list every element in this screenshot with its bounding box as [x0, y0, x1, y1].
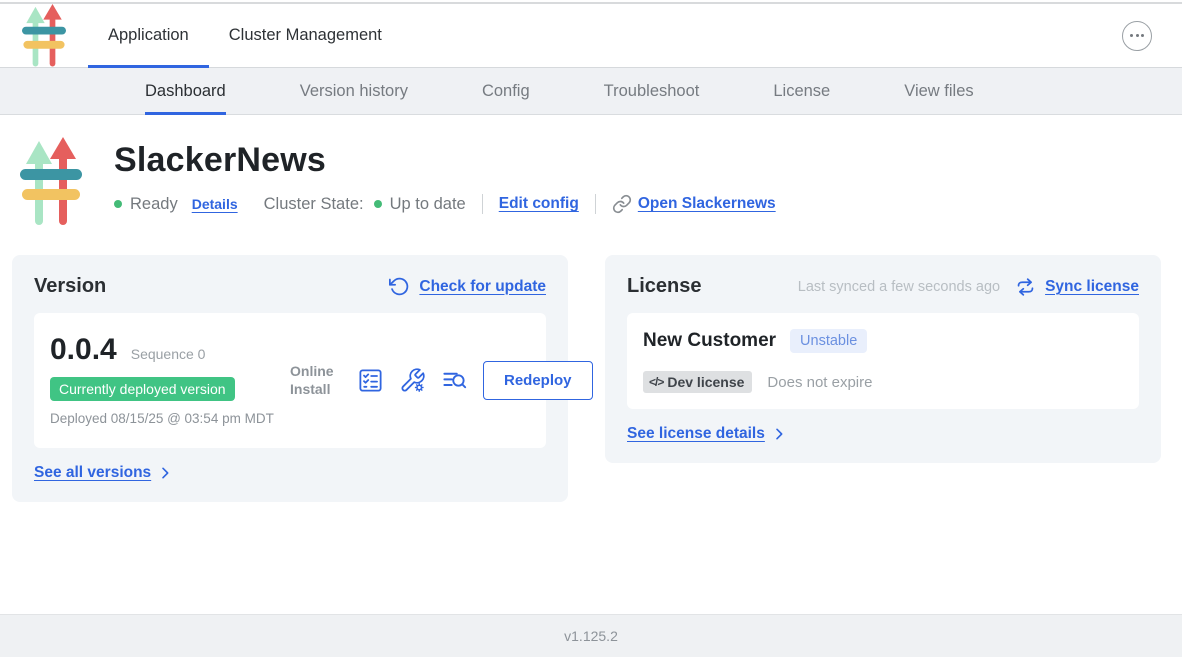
config-wrench-icon[interactable]	[399, 367, 426, 394]
app-ready-status-dot	[114, 200, 122, 208]
license-type-label: Dev license	[667, 374, 744, 390]
check-for-update-link[interactable]: Check for update	[419, 278, 546, 296]
license-expiry: Does not expire	[767, 374, 872, 391]
sync-license-link[interactable]: Sync license	[1045, 278, 1139, 296]
open-app-label: Open Slackernews	[638, 195, 776, 213]
code-icon: </>	[649, 375, 663, 389]
license-card: License Last synced a few seconds ago Sy…	[605, 255, 1161, 463]
tab-application[interactable]: Application	[88, 4, 209, 67]
app-sub-nav: Dashboard Version history Config Trouble…	[0, 68, 1182, 115]
footer: v1.125.2	[0, 614, 1182, 657]
sequence-label: Sequence 0	[131, 346, 206, 362]
last-synced-label: Last synced a few seconds ago	[798, 279, 1000, 295]
link-chain-icon	[612, 194, 632, 214]
deployed-status-badge: Currently deployed version	[50, 377, 235, 401]
slackernews-logo-icon	[22, 4, 66, 66]
top-nav-bar: Application Cluster Management	[0, 2, 1182, 68]
view-files-search-icon[interactable]	[441, 367, 468, 394]
page-title: SlackerNews	[114, 141, 776, 180]
license-card-title: License	[627, 275, 701, 298]
subnav-config[interactable]: Config	[482, 68, 530, 114]
app-header: SlackerNews Ready Details Cluster State:…	[0, 115, 1182, 255]
redeploy-button[interactable]: Redeploy	[483, 361, 593, 400]
preflight-checklist-icon[interactable]	[357, 367, 384, 394]
divider	[595, 194, 596, 214]
edit-config-link[interactable]: Edit config	[499, 195, 579, 213]
app-ready-label: Ready	[130, 195, 178, 214]
channel-badge: Unstable	[790, 329, 867, 353]
console-version-label: v1.125.2	[564, 628, 618, 644]
tab-cluster-management[interactable]: Cluster Management	[209, 4, 402, 67]
ellipsis-menu-icon	[1130, 34, 1133, 37]
dashboard-cards: Version Check for update 0.0.4 Sequence …	[0, 255, 1182, 502]
see-license-details-link[interactable]: See license details	[627, 425, 765, 443]
top-tabs: Application Cluster Management	[88, 4, 402, 67]
version-card: Version Check for update 0.0.4 Sequence …	[12, 255, 568, 502]
deployed-timestamp: Deployed 08/15/25 @ 03:54 pm MDT	[50, 410, 278, 428]
subnav-version-history[interactable]: Version history	[300, 68, 408, 114]
divider	[482, 194, 483, 214]
cluster-state-dot	[374, 200, 382, 208]
sync-arrows-icon	[1015, 277, 1036, 297]
version-number: 0.0.4	[50, 333, 117, 367]
cluster-state-label: Cluster State:	[264, 195, 364, 214]
subnav-view-files[interactable]: View files	[904, 68, 973, 114]
license-summary-panel: New Customer Unstable </> Dev license Do…	[627, 313, 1139, 409]
license-type-tag: </> Dev license	[643, 371, 752, 393]
version-card-title: Version	[34, 275, 106, 298]
refresh-icon	[389, 276, 410, 297]
app-logo	[20, 137, 82, 225]
chevron-right-icon	[771, 426, 787, 442]
status-details-link[interactable]: Details	[192, 196, 238, 212]
overflow-menu-button[interactable]	[1122, 21, 1152, 51]
cluster-state-value: Up to date	[390, 195, 466, 214]
customer-name: New Customer	[643, 330, 776, 352]
subnav-dashboard[interactable]: Dashboard	[145, 68, 226, 114]
open-app-link[interactable]: Open Slackernews	[612, 194, 776, 214]
see-all-versions-link[interactable]: See all versions	[34, 464, 151, 482]
ellipsis-menu-icon	[1141, 34, 1144, 37]
chevron-right-icon	[157, 465, 173, 481]
ellipsis-menu-icon	[1136, 34, 1139, 37]
app-status-row: Ready Details Cluster State: Up to date …	[114, 194, 776, 214]
subnav-license[interactable]: License	[773, 68, 830, 114]
install-type-label: Online Install	[290, 363, 342, 398]
current-version-panel: 0.0.4 Sequence 0 Currently deployed vers…	[34, 313, 546, 448]
subnav-troubleshoot[interactable]: Troubleshoot	[604, 68, 700, 114]
